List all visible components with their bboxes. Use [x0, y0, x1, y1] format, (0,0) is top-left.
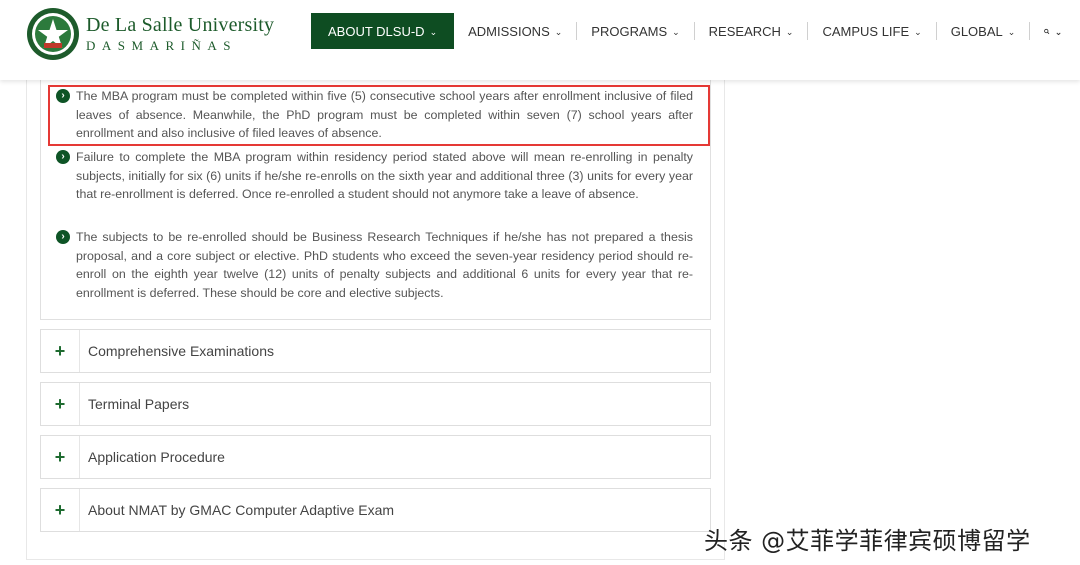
- brand-name: De La Salle University: [86, 14, 275, 36]
- university-seal-icon[interactable]: [26, 7, 80, 61]
- list-item-text: Failure to complete the MBA program with…: [76, 150, 693, 202]
- watermark: 头条 @艾菲学菲律宾硕博留学: [704, 527, 1031, 555]
- accordion-label: Terminal Papers: [88, 396, 190, 412]
- plus-icon[interactable]: +: [41, 489, 80, 531]
- highlight-box: [48, 85, 710, 146]
- nav-admissions-label: ADMISSIONS: [468, 23, 550, 39]
- accordion-label: Comprehensive Examinations: [88, 343, 274, 359]
- accordion-terminal-papers[interactable]: + Terminal Papers: [40, 382, 711, 426]
- list-item-text: The subjects to be re-enrolled should be…: [76, 230, 693, 300]
- chevron-right-icon: ›: [56, 150, 70, 164]
- brand-subtitle: DASMARIÑAS: [86, 38, 237, 53]
- chevron-down-icon: ⌄: [1007, 26, 1016, 37]
- chevron-down-icon: ⌄: [672, 26, 680, 37]
- nav-campus-life[interactable]: CAMPUS LIFE ⌄: [808, 13, 935, 49]
- nav-research[interactable]: RESEARCH ⌄: [695, 13, 808, 49]
- search-button[interactable]: ⌄: [1030, 13, 1076, 49]
- list-item: › The subjects to be re-enrolled should …: [56, 228, 696, 302]
- site-header: De La Salle University DASMARIÑAS ABOUT …: [0, 0, 1080, 80]
- nav-programs-label: PROGRAMS: [591, 23, 668, 39]
- list-item: › Failure to complete the MBA program wi…: [56, 148, 696, 204]
- brand[interactable]: De La Salle University DASMARIÑAS: [86, 14, 274, 54]
- accordion-application-procedure[interactable]: + Application Procedure: [40, 435, 711, 479]
- nav-global-label: GLOBAL: [950, 23, 1003, 39]
- nav-admissions[interactable]: ADMISSIONS ⌄: [454, 13, 576, 49]
- accordion-label: About NMAT by GMAC Computer Adaptive Exa…: [88, 502, 395, 518]
- nav-research-label: RESEARCH: [708, 23, 781, 39]
- chevron-down-icon: ⌄: [429, 26, 438, 37]
- plus-icon[interactable]: +: [41, 330, 80, 372]
- main-nav: ABOUT DLSU-D ⌄ ADMISSIONS ⌄ PROGRAMS ⌄ RESE…: [311, 13, 1076, 49]
- search-icon: [1044, 28, 1050, 34]
- chevron-down-icon: ⌄: [785, 26, 794, 37]
- chevron-right-icon: ›: [56, 230, 70, 244]
- nav-about-label: ABOUT DLSU-D: [328, 23, 425, 39]
- accordion-comprehensive-examinations[interactable]: + Comprehensive Examinations: [40, 329, 711, 373]
- nav-global[interactable]: GLOBAL ⌄: [937, 13, 1030, 49]
- nav-programs[interactable]: PROGRAMS ⌄: [577, 13, 693, 49]
- chevron-down-icon: ⌄: [1054, 26, 1063, 37]
- accordion-about-nmat[interactable]: + About NMAT by GMAC Computer Adaptive E…: [40, 488, 711, 532]
- accordion-label: Application Procedure: [88, 449, 225, 465]
- chevron-down-icon: ⌄: [914, 26, 922, 37]
- nav-campus-life-label: CAMPUS LIFE: [822, 23, 910, 39]
- nav-about[interactable]: ABOUT DLSU-D ⌄: [311, 13, 455, 49]
- plus-icon[interactable]: +: [41, 383, 80, 425]
- plus-icon[interactable]: +: [41, 436, 80, 478]
- chevron-down-icon: ⌄: [554, 26, 563, 37]
